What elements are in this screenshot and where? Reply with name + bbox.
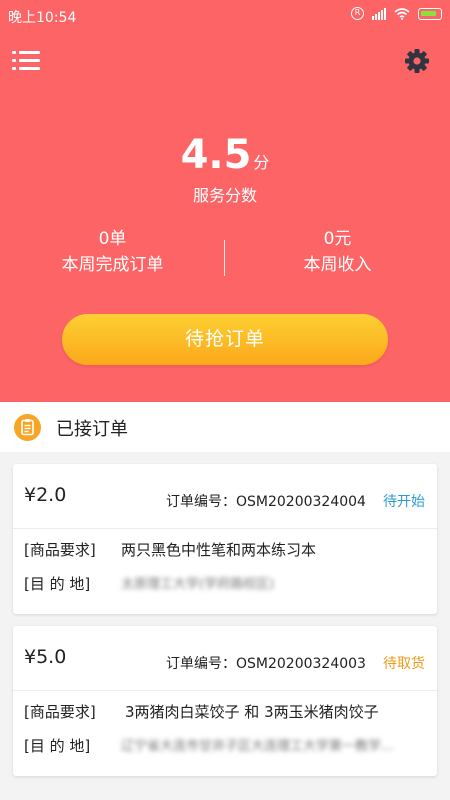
card-divider [13, 528, 437, 529]
weekly-income-stat: 0元 本周收入 [225, 226, 450, 278]
service-score: 4.5 分 [0, 132, 450, 178]
weekly-income-label: 本周收入 [303, 255, 372, 275]
score-value: 4.5 [180, 132, 252, 178]
weekly-orders-stat: 0单 本周完成订单 [0, 226, 225, 278]
requirement-label: [商品要求] [24, 703, 96, 721]
order-price: ¥2.0 [24, 484, 67, 506]
settings-button[interactable] [403, 47, 431, 75]
section-title: 已接订单 [56, 419, 128, 440]
requirement-value: 两只黑色中性笔和两本练习本 [121, 541, 317, 559]
accepted-orders-header: 已接订单 [0, 402, 450, 452]
r-icon: R [351, 7, 364, 20]
battery-icon [418, 7, 442, 20]
clipboard-icon [14, 414, 41, 441]
requirement-value: 3两猪肉白菜饺子 和 3两玉米猪肉饺子 [125, 703, 379, 721]
card-divider [13, 690, 437, 691]
weekly-income-value: 0元 [323, 229, 352, 249]
score-unit: 分 [253, 153, 270, 172]
header: 晚上10:54 R 4.5 分 服务分数 0单 本周完成订单 0元 本周收入 待… [0, 0, 450, 402]
destination-label: [目 的 地] [24, 737, 91, 755]
signal-icon [372, 7, 386, 20]
order-card[interactable]: ¥2.0 订单编号：OSM20200324004 待开始 [商品要求] 两只黑色… [13, 464, 437, 614]
gear-icon [405, 49, 429, 73]
order-status: 待取货 [383, 656, 425, 672]
status-time: 晚上10:54 [8, 10, 77, 26]
score-label: 服务分数 [192, 186, 257, 205]
weekly-orders-value: 0单 [98, 229, 127, 249]
requirement-label: [商品要求] [24, 541, 96, 559]
order-price: ¥5.0 [24, 646, 67, 668]
order-number: 订单编号：OSM20200324004 [166, 494, 366, 510]
order-number: 订单编号：OSM20200324003 [166, 656, 366, 672]
status-bar: 晚上10:54 R [0, 0, 450, 30]
wifi-icon [394, 7, 410, 20]
destination-label: [目 的 地] [24, 575, 91, 593]
destination-value: 太原理工大学(学府路校区) [121, 577, 275, 592]
order-status: 待开始 [383, 494, 425, 510]
status-icons: R [351, 7, 442, 20]
grab-orders-button[interactable]: 待抢订单 [62, 314, 388, 365]
order-card[interactable]: ¥5.0 订单编号：OSM20200324003 待取货 [商品要求] 3两猪肉… [13, 626, 437, 776]
menu-button[interactable] [12, 48, 42, 74]
destination-value: 辽宁省大连市甘井子区大连理工大学第一教学... [121, 739, 394, 754]
weekly-orders-label: 本周完成订单 [61, 255, 164, 275]
